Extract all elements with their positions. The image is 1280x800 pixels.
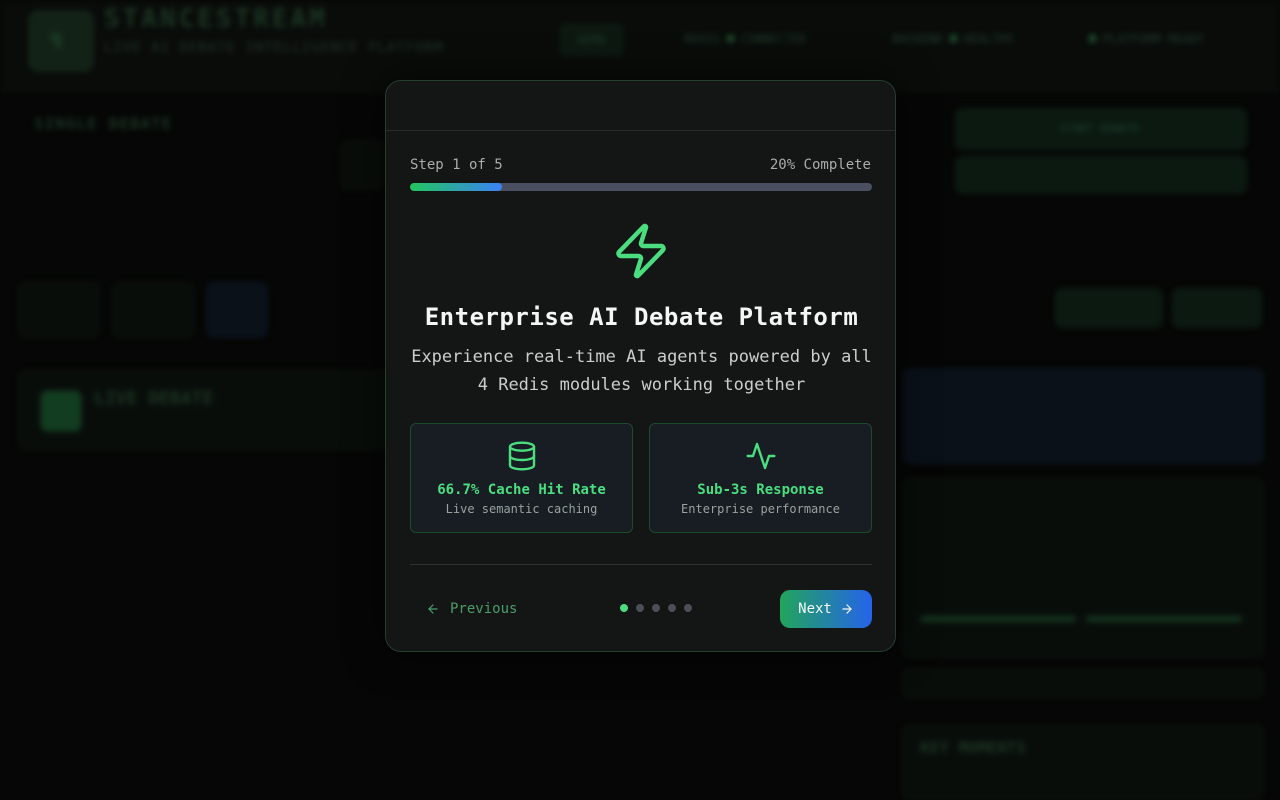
step-indicator: Step 1 of 5 [410, 157, 503, 173]
arrow-right-icon [842, 604, 852, 614]
bg-tab[interactable] [18, 282, 100, 338]
feature-title: 66.7% Cache Hit Rate [437, 482, 606, 498]
step-dot-5[interactable] [684, 604, 692, 612]
database-icon [508, 441, 536, 471]
step-dot-4[interactable] [668, 604, 676, 612]
modal-footer-divider [410, 564, 872, 565]
modal-title: Enterprise AI Debate Platform [424, 303, 859, 331]
metric-bar [1086, 616, 1242, 622]
bg-card [340, 140, 385, 190]
bg-tab[interactable] [206, 282, 268, 338]
backend-state: HEALTHY [963, 32, 1015, 46]
start-debate-label: START DEBATE [1060, 122, 1140, 135]
progress-fill [410, 183, 503, 191]
redis-label: REDIS [684, 32, 721, 46]
backend-label: BACKEND [892, 32, 943, 46]
backend-status: BACKEND HEALTHY [876, 24, 1030, 56]
status-dot [948, 34, 958, 43]
cache-panel [902, 368, 1264, 464]
key-moments-title: KEY MOMENTS [920, 738, 1026, 757]
feature-card-cache: 66.7% Cache Hit Rate Live semantic cachi… [410, 423, 633, 533]
modal-description: Experience real-time AI agents powered b… [411, 347, 872, 395]
bg-tab[interactable] [112, 282, 194, 338]
metric-bar [920, 616, 1076, 622]
logo-icon: ↯ [50, 28, 64, 53]
step-dot-1[interactable] [620, 604, 628, 612]
nav-demo[interactable]: DEMO [560, 24, 623, 56]
feature-card-response: Sub-3s Response Enterprise performance [649, 423, 872, 533]
brand-name: STANCESTREAM [104, 4, 328, 34]
previous-label: Previous [450, 601, 518, 617]
next-label: Next [798, 601, 832, 617]
bg-button[interactable] [1055, 288, 1163, 328]
key-moments-panel [902, 724, 1264, 800]
platform-status: PLATFORM READY [1066, 24, 1220, 56]
next-button[interactable]: Next [780, 590, 872, 628]
status-dot [1088, 34, 1097, 43]
activity-icon [746, 442, 776, 470]
arrow-left-icon [428, 604, 438, 614]
modal-header-divider [386, 130, 895, 131]
step-dot-2[interactable] [636, 604, 644, 612]
previous-button[interactable]: Previous [426, 597, 517, 621]
feature-subtitle: Live semantic caching [445, 502, 598, 516]
brand-tagline: LIVE AI DEBATE INTELLIGENCE PLATFORM [104, 40, 444, 56]
section-title: SINGLE DEBATE [34, 114, 173, 133]
nav-demo-label: DEMO [577, 33, 606, 47]
redis-state: CONNECTED [741, 32, 807, 46]
platform-label: PLATFORM READY [1103, 32, 1205, 46]
live-debate-title: LIVE DEBATE [94, 388, 214, 409]
live-debate-icon [40, 390, 82, 432]
status-dot [726, 34, 736, 43]
step-dot-3[interactable] [652, 604, 660, 612]
onboarding-modal: Step 1 of 5 20% Complete Enterprise AI D… [385, 80, 896, 652]
redis-status: REDIS CONNECTED [668, 24, 822, 56]
zap-icon [616, 223, 666, 279]
step-dots [620, 604, 692, 612]
bg-button[interactable] [955, 156, 1247, 194]
bg-strip [902, 668, 1264, 698]
metrics-panel [902, 478, 1264, 658]
bg-button[interactable] [1172, 288, 1262, 328]
progress-bar [410, 183, 872, 191]
feature-title: Sub-3s Response [697, 482, 824, 498]
progress-percent: 20% Complete [769, 157, 871, 173]
feature-subtitle: Enterprise performance [681, 502, 840, 516]
